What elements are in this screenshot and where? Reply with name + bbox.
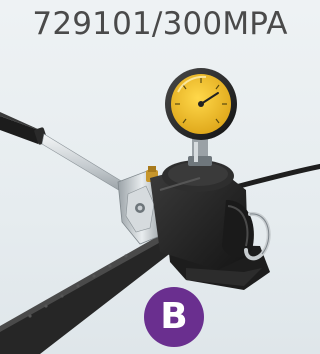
hose	[229, 163, 320, 191]
pressure-gauge	[165, 68, 237, 140]
pump-body	[150, 160, 254, 270]
handle-grip	[0, 112, 48, 145]
variant-badge: B	[144, 287, 204, 347]
product-card: 729101/300MPA B	[0, 0, 320, 354]
